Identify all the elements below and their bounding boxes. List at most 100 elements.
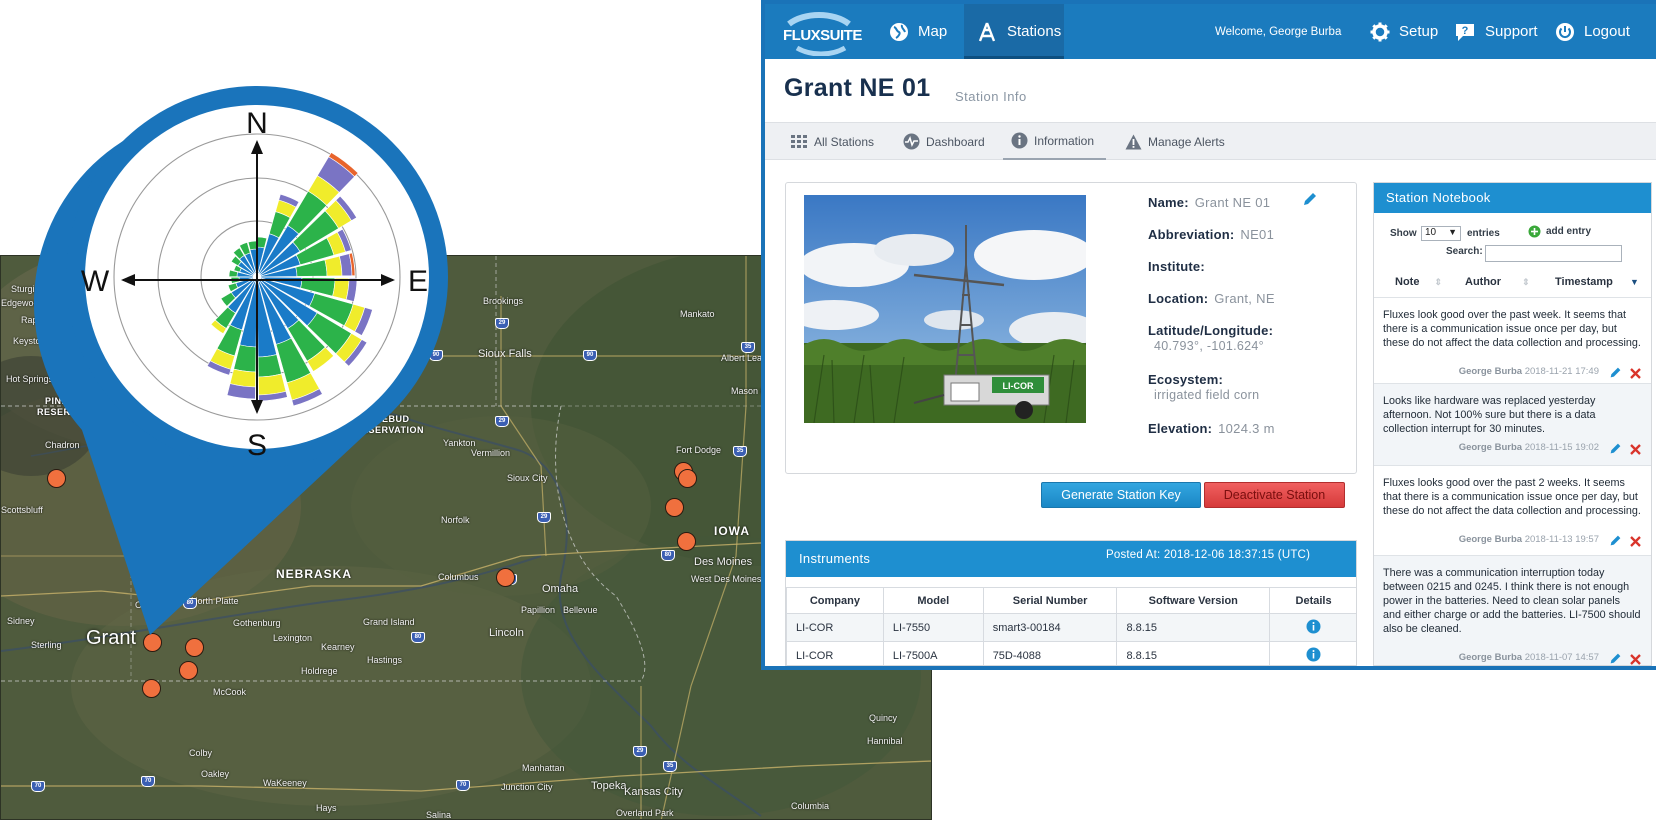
map-label-city: Salina bbox=[426, 810, 452, 820]
column-timestamp[interactable]: Timestamp ▼ bbox=[1555, 276, 1639, 288]
highway-shield: 29 bbox=[537, 512, 551, 523]
nav-logout[interactable]: Logout bbox=[1555, 4, 1630, 59]
note-meta: George Burba 2018-11-21 17:49 bbox=[1459, 366, 1599, 377]
note-meta: George Burba 2018-11-13 19:57 bbox=[1459, 534, 1599, 545]
wind-rose-wedge bbox=[258, 373, 287, 396]
map-label-city: McCook bbox=[213, 687, 247, 697]
delete-note-icon[interactable] bbox=[1630, 536, 1641, 547]
nav-map-label: Map bbox=[918, 23, 948, 40]
column-header[interactable]: Serial Number bbox=[982, 587, 1118, 614]
info-icon bbox=[1011, 132, 1028, 149]
station-marker[interactable] bbox=[185, 638, 204, 657]
composite-figure: NEBRASKA IOWA PINE RIDGE RESERVATION ROS… bbox=[0, 0, 1656, 820]
edit-note-icon[interactable] bbox=[1609, 652, 1622, 665]
nav-support[interactable]: ? Support bbox=[1454, 4, 1538, 59]
generate-station-key-button[interactable]: Generate Station Key bbox=[1041, 482, 1201, 508]
note-meta: George Burba 2018-11-07 14:57 bbox=[1459, 652, 1599, 663]
column-author[interactable]: Author ⇕ bbox=[1465, 276, 1530, 288]
note-author: George Burba bbox=[1458, 442, 1523, 453]
tab-manage-alerts-label: Manage Alerts bbox=[1148, 134, 1225, 149]
tab-all-stations[interactable]: All Stations bbox=[791, 123, 874, 160]
column-header[interactable]: Details bbox=[1269, 587, 1356, 614]
column-header[interactable]: Company bbox=[786, 587, 884, 614]
station-marker[interactable] bbox=[142, 679, 161, 698]
map-label-city: Holdrege bbox=[301, 666, 338, 676]
gear-icon bbox=[1370, 22, 1390, 41]
pulse-icon bbox=[903, 133, 920, 150]
globe-icon bbox=[890, 22, 908, 41]
map-label-city: Topeka bbox=[591, 780, 627, 792]
edit-note-icon[interactable] bbox=[1609, 442, 1622, 455]
nav-map[interactable]: Map bbox=[885, 4, 959, 59]
column-header[interactable]: Software Version bbox=[1116, 587, 1271, 614]
note-timestamp: 2018-11-07 14:57 bbox=[1524, 652, 1599, 663]
info-abbreviation-value: NE01 bbox=[1240, 227, 1275, 242]
map-label-city: WaKeeney bbox=[263, 778, 307, 788]
info-location-label: Location: bbox=[1148, 291, 1209, 306]
tab-dashboard[interactable]: Dashboard bbox=[903, 123, 985, 160]
highway-shield: 70 bbox=[456, 780, 470, 791]
map-label-city: Vermillion bbox=[471, 448, 511, 458]
map-label-city: Omaha bbox=[542, 583, 579, 595]
details-info-icon[interactable] bbox=[1306, 647, 1321, 662]
station-marker[interactable] bbox=[665, 498, 684, 517]
instruments-table: Company Model Serial Number Software Ver… bbox=[786, 587, 1356, 665]
column-author-label: Author bbox=[1465, 276, 1502, 288]
entries-select[interactable]: 10 ▼ bbox=[1421, 226, 1461, 241]
highway-shield: 35 bbox=[733, 446, 747, 457]
chevron-down-icon: ▼ bbox=[1448, 227, 1457, 237]
trailer-logo: LI-COR bbox=[1003, 381, 1034, 391]
station-notebook: Station Notebook Show 10 ▼ entries add e… bbox=[1373, 182, 1652, 666]
edit-station-icon[interactable] bbox=[1302, 191, 1318, 207]
info-institute-row: Institute: bbox=[1148, 259, 1211, 274]
delete-note-icon[interactable] bbox=[1630, 444, 1641, 455]
nav-setup[interactable]: Setup bbox=[1370, 4, 1438, 59]
station-marker[interactable] bbox=[179, 661, 198, 680]
add-entry-button[interactable]: add entry bbox=[1528, 225, 1591, 238]
note-timestamp: 2018-11-13 19:57 bbox=[1524, 534, 1599, 545]
edit-note-icon[interactable] bbox=[1609, 366, 1622, 379]
map-label-city: Mankato bbox=[680, 309, 715, 319]
map-label-city: Albert Lea bbox=[721, 353, 763, 363]
fluxsuite-window: FLUXSUITE Map Stations Welcome, George B… bbox=[761, 0, 1656, 670]
tab-information-label: Information bbox=[1034, 133, 1095, 148]
info-latlon-value: 40.793°, -101.624° bbox=[1154, 339, 1264, 353]
station-marker[interactable] bbox=[677, 532, 696, 551]
column-note[interactable]: Note ⇕ bbox=[1395, 276, 1442, 288]
map-label-city: Junction City bbox=[501, 782, 553, 792]
compass-north-label: N bbox=[246, 107, 268, 140]
notebook-search-input[interactable] bbox=[1485, 245, 1622, 262]
instruments-panel: Instruments Posted At: 2018-12-06 18:37:… bbox=[785, 540, 1357, 666]
column-header[interactable]: Model bbox=[882, 587, 984, 614]
svg-text:?: ? bbox=[1462, 25, 1469, 37]
title-bar: Grant NE 01 Station Info bbox=[765, 59, 1656, 122]
station-marker[interactable] bbox=[678, 469, 697, 488]
tab-all-stations-label: All Stations bbox=[814, 134, 875, 149]
map-label-city: Hannibal bbox=[867, 736, 903, 746]
fluxsuite-logo[interactable]: FLUXSUITE bbox=[779, 10, 865, 57]
edit-note-icon[interactable] bbox=[1609, 534, 1622, 547]
map-label-city: Des Moines bbox=[694, 556, 753, 568]
delete-note-icon[interactable] bbox=[1630, 654, 1641, 665]
map-label-city: Overland Park bbox=[616, 808, 674, 818]
info-location-row: Location: Grant, NE bbox=[1148, 291, 1275, 306]
info-elevation-value: 1024.3 m bbox=[1218, 421, 1275, 436]
nav-stations[interactable]: Stations bbox=[964, 4, 1064, 59]
map-label-city: Sterling bbox=[31, 640, 62, 650]
instruments-title: Instruments bbox=[799, 551, 871, 566]
deactivate-station-button[interactable]: Deactivate Station bbox=[1204, 482, 1345, 508]
details-info-icon[interactable] bbox=[1306, 619, 1321, 634]
station-marker[interactable] bbox=[496, 568, 515, 587]
cell-software: 8.8.15 bbox=[1116, 641, 1271, 665]
help-bubble-icon: ? bbox=[1456, 23, 1474, 41]
note-text: Fluxes look good over the past week. It … bbox=[1383, 309, 1641, 349]
station-info-card: LI-COR Name: Grant NE 01 Abbreviation: NE0… bbox=[785, 182, 1357, 474]
map-label-city: Papillion bbox=[521, 605, 556, 615]
highway-shield: 29 bbox=[495, 416, 509, 427]
nav-stations-label: Stations bbox=[1007, 23, 1062, 40]
tab-manage-alerts[interactable]: Manage Alerts bbox=[1125, 123, 1225, 160]
info-name-row: Name: Grant NE 01 bbox=[1148, 195, 1270, 210]
wind-rose-wedge bbox=[324, 255, 343, 277]
tab-information[interactable]: Information bbox=[1003, 123, 1107, 160]
delete-note-icon[interactable] bbox=[1630, 368, 1641, 379]
